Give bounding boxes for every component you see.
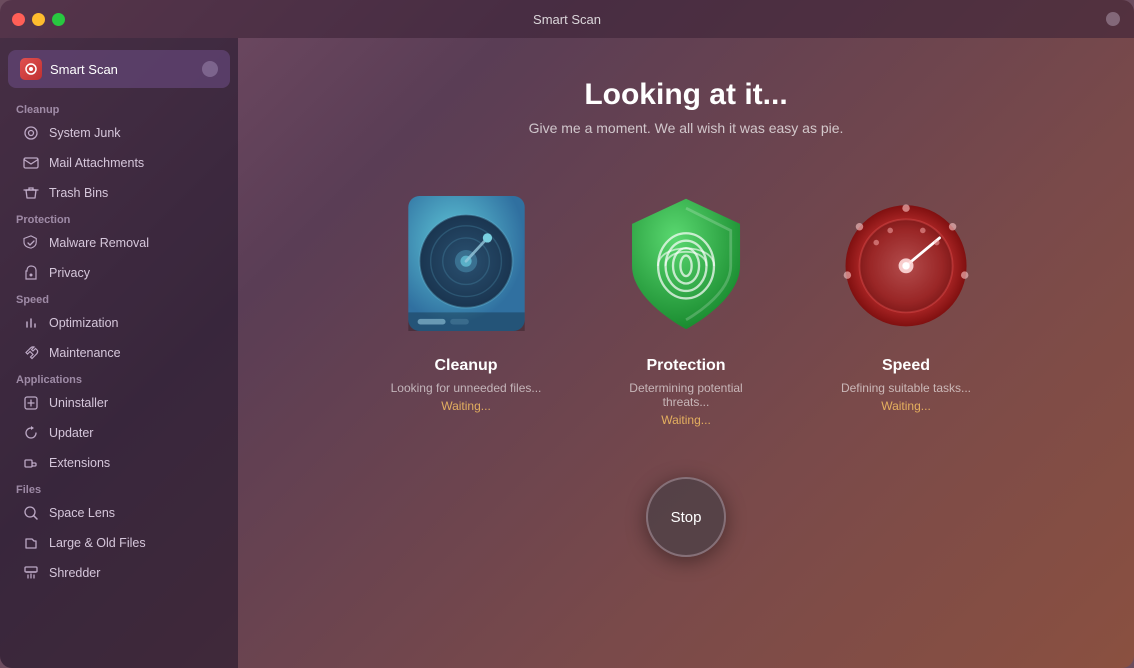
large-old-files-label: Large & Old Files — [49, 536, 146, 550]
sidebar-item-extensions[interactable]: Extensions — [6, 449, 232, 477]
main-content: Looking at it... Give me a moment. We al… — [238, 38, 1134, 668]
mail-attachments-label: Mail Attachments — [49, 156, 144, 170]
speed-card-title: Speed — [882, 357, 930, 375]
trash-bins-label: Trash Bins — [49, 186, 108, 200]
sidebar-item-maintenance[interactable]: Maintenance — [6, 339, 232, 367]
optimization-icon — [22, 314, 40, 332]
sidebar-item-mail-attachments[interactable]: Mail Attachments — [6, 149, 232, 177]
protection-card: Protection Determining potential threats… — [606, 186, 766, 427]
stop-button[interactable]: Stop — [646, 477, 726, 557]
updater-icon — [22, 424, 40, 442]
malware-removal-label: Malware Removal — [49, 236, 149, 250]
extensions-icon — [22, 454, 40, 472]
trash-bins-icon — [22, 184, 40, 202]
maintenance-icon — [22, 344, 40, 362]
cleanup-card-status: Looking for unneeded files... — [391, 381, 542, 395]
uninstaller-label: Uninstaller — [49, 396, 108, 410]
cleanup-card-icon — [394, 186, 539, 341]
malware-removal-icon — [22, 234, 40, 252]
protection-card-status: Determining potential threats... — [606, 381, 766, 409]
uninstaller-icon — [22, 394, 40, 412]
title-bar: Smart Scan — [0, 0, 1134, 38]
sidebar-item-system-junk[interactable]: System Junk — [6, 119, 232, 147]
optimization-label: Optimization — [49, 316, 118, 330]
shredder-label: Shredder — [49, 566, 100, 580]
window-title: Smart Scan — [533, 12, 601, 27]
sidebar-item-space-lens[interactable]: Space Lens — [6, 499, 232, 527]
shredder-icon — [22, 564, 40, 582]
stop-button-label: Stop — [671, 509, 702, 526]
mail-attachments-icon — [22, 154, 40, 172]
cleanup-card-waiting: Waiting... — [441, 399, 491, 413]
privacy-label: Privacy — [49, 266, 90, 280]
content-area: Smart Scan Cleanup System Junk — [0, 38, 1134, 668]
sidebar-item-malware-removal[interactable]: Malware Removal — [6, 229, 232, 257]
main-window: Smart Scan Smart Scan Cleanup — [0, 0, 1134, 668]
cleanup-card: Cleanup Looking for unneeded files... Wa… — [386, 186, 546, 427]
scan-cards: Cleanup Looking for unneeded files... Wa… — [386, 186, 986, 427]
section-label-files: Files — [0, 478, 238, 498]
speed-card: Speed Defining suitable tasks... Waiting… — [826, 186, 986, 427]
close-button[interactable] — [12, 13, 25, 26]
maintenance-label: Maintenance — [49, 346, 121, 360]
section-label-speed: Speed — [0, 288, 238, 308]
protection-card-title: Protection — [646, 357, 725, 375]
speed-card-waiting: Waiting... — [881, 399, 931, 413]
protection-card-waiting: Waiting... — [661, 413, 711, 427]
section-label-applications: Applications — [0, 368, 238, 388]
sidebar-item-updater[interactable]: Updater — [6, 419, 232, 447]
sidebar-item-optimization[interactable]: Optimization — [6, 309, 232, 337]
main-title: Looking at it... — [584, 78, 787, 112]
maximize-button[interactable] — [52, 13, 65, 26]
speed-card-icon — [834, 186, 979, 341]
speed-card-status: Defining suitable tasks... — [841, 381, 971, 395]
space-lens-label: Space Lens — [49, 506, 115, 520]
window-controls — [12, 13, 65, 26]
window-dot-indicator — [1106, 12, 1120, 26]
minimize-button[interactable] — [32, 13, 45, 26]
sidebar-item-smart-scan[interactable]: Smart Scan — [8, 50, 230, 88]
extensions-label: Extensions — [49, 456, 110, 470]
large-old-files-icon — [22, 534, 40, 552]
sidebar-item-shredder[interactable]: Shredder — [6, 559, 232, 587]
sidebar-item-privacy[interactable]: Privacy — [6, 259, 232, 287]
section-label-cleanup: Cleanup — [0, 98, 238, 118]
privacy-icon — [22, 264, 40, 282]
smart-scan-label: Smart Scan — [50, 62, 194, 77]
updater-label: Updater — [49, 426, 93, 440]
sidebar-item-trash-bins[interactable]: Trash Bins — [6, 179, 232, 207]
protection-card-icon — [614, 186, 759, 341]
system-junk-label: System Junk — [49, 126, 121, 140]
sidebar-item-uninstaller[interactable]: Uninstaller — [6, 389, 232, 417]
smart-scan-badge — [202, 61, 218, 77]
smart-scan-icon — [20, 58, 42, 80]
cleanup-card-title: Cleanup — [434, 357, 497, 375]
sidebar: Smart Scan Cleanup System Junk — [0, 38, 238, 668]
space-lens-icon — [22, 504, 40, 522]
main-subtitle: Give me a moment. We all wish it was eas… — [529, 120, 844, 136]
system-junk-icon — [22, 124, 40, 142]
sidebar-item-large-old-files[interactable]: Large & Old Files — [6, 529, 232, 557]
section-label-protection: Protection — [0, 208, 238, 228]
